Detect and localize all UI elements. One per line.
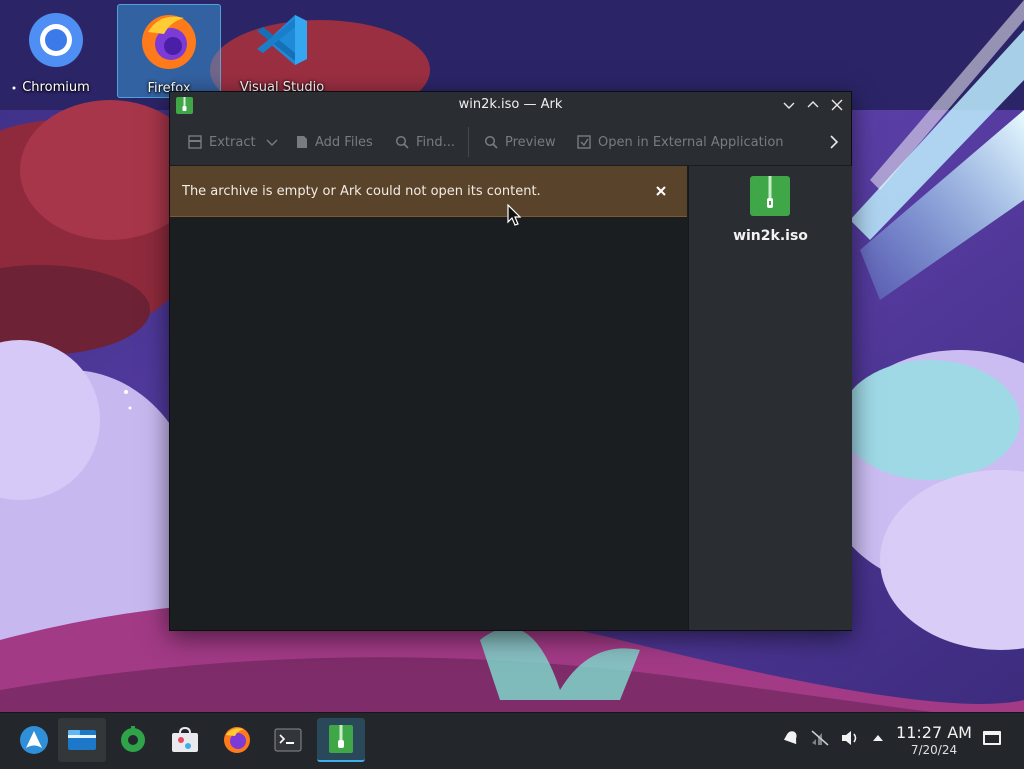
taskbar-konsole[interactable] [264, 718, 312, 762]
window-titlebar[interactable]: win2k.iso — Ark [170, 92, 851, 119]
network-disconnected-icon [811, 730, 829, 746]
discover-icon [172, 727, 198, 752]
notifications-tray-icon[interactable] [780, 727, 802, 749]
preview-icon [484, 135, 498, 149]
open-external-icon [577, 135, 591, 149]
show-hidden-tray-button[interactable] [867, 727, 889, 749]
archive-contents-pane[interactable]: The archive is empty or Ark could not op… [170, 166, 687, 630]
taskbar: 11:27 AM 7/20/24 [0, 712, 1024, 769]
find-button[interactable]: Find... [395, 133, 455, 151]
dismiss-message-button[interactable] [652, 182, 670, 200]
taskbar-dolphin[interactable] [58, 718, 106, 762]
archive-file-icon [750, 176, 790, 216]
ark-icon [329, 725, 353, 753]
extract-button[interactable]: Extract [188, 133, 256, 151]
clock-date[interactable]: 7/20/24 [896, 743, 972, 757]
taskbar-system-settings[interactable] [109, 718, 157, 762]
extract-icon [188, 135, 202, 149]
open-external-button[interactable]: Open in External Application [577, 133, 784, 151]
desktop-icon-firefox[interactable]: Firefox [117, 4, 221, 98]
firefox-icon [139, 11, 199, 71]
firefox-icon [224, 727, 250, 753]
info-panel: win2k.iso [688, 166, 852, 630]
taskbar-ark[interactable] [317, 718, 365, 762]
search-icon [395, 135, 409, 149]
desktop-icon-label: Chromium [22, 80, 90, 95]
show-desktop-button[interactable] [981, 727, 1003, 749]
application-launcher-button[interactable] [10, 718, 58, 762]
desktop-icon-chromium[interactable]: Chromium [4, 4, 108, 98]
ark-window: win2k.iso — Ark Extract Add Files Find..… [169, 91, 852, 631]
speaker-icon [842, 731, 857, 745]
konsole-icon [274, 728, 302, 752]
toolbar: Extract Add Files Find... Preview Open i… [170, 119, 851, 166]
extract-label: Extract [209, 134, 256, 150]
add-files-label: Add Files [315, 134, 373, 150]
chevron-up-icon [873, 735, 883, 741]
taskbar-discover[interactable] [161, 718, 209, 762]
volume-tray-icon[interactable] [839, 727, 861, 749]
add-file-icon [297, 136, 307, 148]
arch-menu-icon [20, 726, 48, 754]
chromium-icon [26, 10, 86, 70]
preview-button[interactable]: Preview [484, 133, 556, 151]
preview-label: Preview [505, 134, 556, 150]
show-desktop-icon [983, 731, 1001, 745]
add-files-button[interactable]: Add Files [296, 133, 373, 151]
extract-menu-arrow[interactable] [266, 133, 278, 151]
chevron-down-icon [266, 139, 278, 146]
toolbar-overflow-button[interactable] [829, 133, 839, 151]
close-icon [656, 186, 666, 196]
clock-time[interactable]: 11:27 AM [896, 723, 972, 742]
minimize-button[interactable] [780, 96, 798, 114]
network-tray-icon[interactable] [809, 727, 831, 749]
maximize-button[interactable] [804, 96, 822, 114]
vscode-icon [252, 10, 312, 70]
taskbar-firefox[interactable] [213, 718, 261, 762]
toolbar-separator [468, 127, 469, 157]
system-settings-icon [121, 726, 145, 752]
mouse-cursor-icon [507, 204, 522, 226]
dolphin-icon [68, 730, 96, 750]
close-window-button[interactable] [828, 96, 846, 114]
info-file-name: win2k.iso [733, 228, 808, 244]
bell-icon [783, 731, 797, 745]
chevron-right-icon [830, 135, 839, 149]
error-message: The archive is empty or Ark could not op… [182, 184, 541, 199]
find-label: Find... [416, 134, 456, 150]
desktop-icon-visual-studio[interactable]: Visual Studio [230, 4, 334, 98]
window-title: win2k.iso — Ark [458, 97, 563, 112]
open-external-label: Open in External Application [598, 134, 784, 150]
error-message-bar: The archive is empty or Ark could not op… [170, 166, 687, 217]
